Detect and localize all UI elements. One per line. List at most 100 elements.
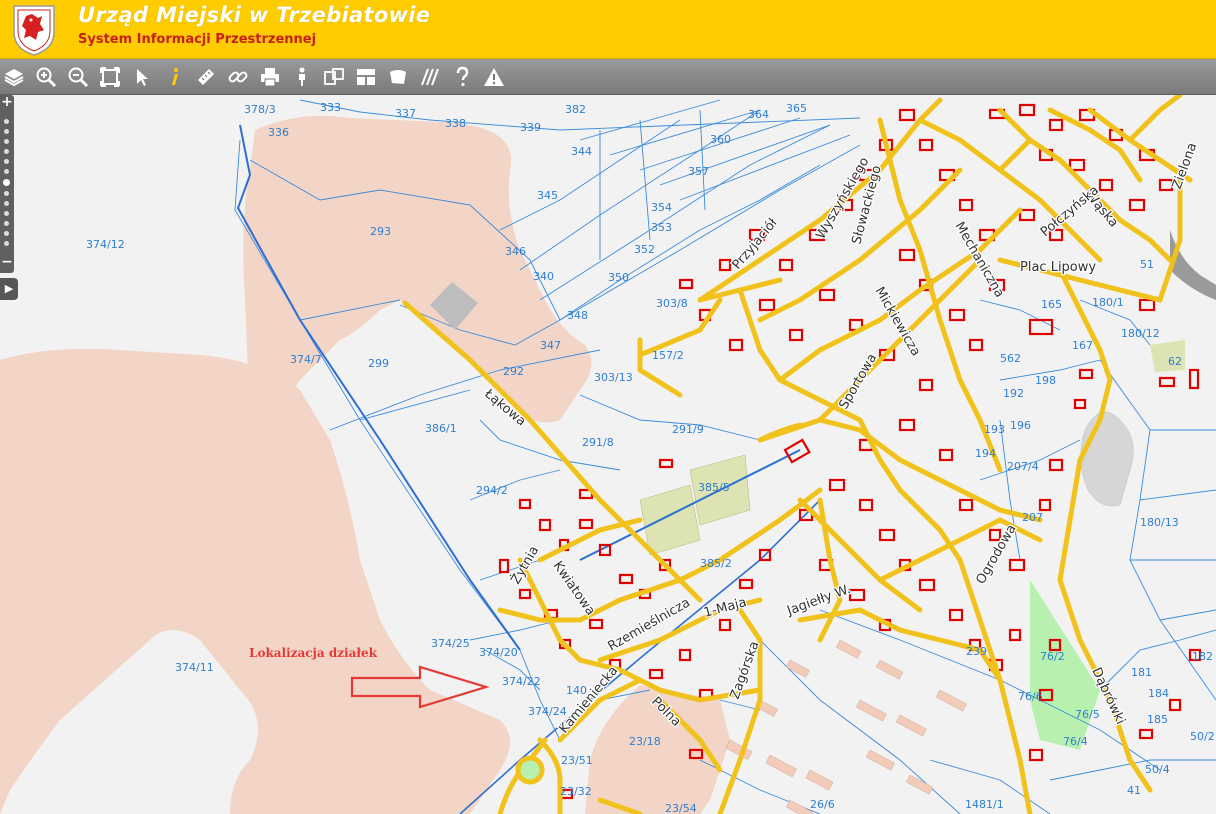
parcel-label: 185 <box>1147 713 1168 726</box>
arrow-annotation-icon <box>350 665 490 709</box>
zoom-level-dot[interactable] <box>4 191 9 196</box>
parcel-label: 374/12 <box>86 238 125 251</box>
link-button[interactable] <box>225 63 251 91</box>
street-label: Zielona <box>1170 141 1201 192</box>
parcel-label: 333 <box>320 101 341 114</box>
parcel-label: 76/2 <box>1040 650 1065 663</box>
map-canvas[interactable]: 378/3 333 337 336 338 339 382 364 365 36… <box>0 95 1216 814</box>
pointer-button[interactable] <box>129 63 155 91</box>
parcel-label: 292 <box>503 365 524 378</box>
zoom-level-dot[interactable] <box>4 149 9 154</box>
city-crest-logo <box>13 5 55 56</box>
layers-button[interactable] <box>1 63 27 91</box>
map-toolbar <box>0 59 1216 95</box>
zoom-handle[interactable] <box>3 179 10 186</box>
parcel-label: 293 <box>370 225 391 238</box>
parcel-label: 365 <box>786 102 807 115</box>
zoom-level-dot[interactable] <box>4 139 9 144</box>
parcel-label: 181 <box>1131 666 1152 679</box>
shape-button[interactable] <box>385 63 411 91</box>
street-label: 1-Maja <box>702 595 748 621</box>
parcel-label: 338 <box>445 117 466 130</box>
layout-icon <box>357 68 375 85</box>
help-button[interactable] <box>449 63 475 91</box>
zoom-level-dot[interactable] <box>4 201 9 206</box>
map-layer: 378/3 333 337 336 338 339 382 364 365 36… <box>0 95 1216 814</box>
zoom-slider[interactable]: + − <box>0 95 14 273</box>
parcel-label: 374/22 <box>502 675 541 688</box>
parcel-label: 348 <box>567 309 588 322</box>
parcel-label: 196 <box>1010 419 1031 432</box>
parcel-label: 62 <box>1168 355 1182 368</box>
zoom-level-dot[interactable] <box>4 159 9 164</box>
street-view-icon <box>299 67 305 86</box>
zoom-level-dot[interactable] <box>4 231 9 236</box>
parcel-label: 167 <box>1072 339 1093 352</box>
parcel-label: 385/2 <box>700 557 732 570</box>
parcel-label: 207/4 <box>1007 460 1039 473</box>
parcel-label: 339 <box>520 121 541 134</box>
parcel-label: 76/4 <box>1063 735 1088 748</box>
gis-app: Urząd Miejski w Trzebiatowie System Info… <box>0 0 1216 814</box>
zoom-plus-icon[interactable]: + <box>0 95 14 109</box>
print-icon <box>261 67 279 86</box>
parcel-label: 291/8 <box>582 436 614 449</box>
parcel-label: 386/1 <box>425 422 457 435</box>
parcel-label: 374/11 <box>175 661 214 674</box>
zoom-in-button[interactable] <box>33 63 59 91</box>
warning-button[interactable] <box>481 63 507 91</box>
print-button[interactable] <box>257 63 283 91</box>
parcel-label: 374/25 <box>431 637 470 650</box>
parcel-label: 192 <box>1003 387 1024 400</box>
compare-button[interactable] <box>321 63 347 91</box>
street-label: Żytnia <box>508 543 543 587</box>
parcel-label: 207 <box>1022 511 1043 524</box>
zoom-level-dot[interactable] <box>4 169 9 174</box>
parcel-label: 180/13 <box>1140 516 1179 529</box>
parcel-label: 374/20 <box>479 646 518 659</box>
hatch-button[interactable] <box>417 63 443 91</box>
parcel-label: 303/13 <box>594 371 633 384</box>
parcel-label: 157/2 <box>652 349 684 362</box>
zoom-level-dot[interactable] <box>4 221 9 226</box>
parcel-label: 180/12 <box>1121 327 1160 340</box>
parcel-label: 51 <box>1140 258 1154 271</box>
expand-panel-button[interactable]: ▶ <box>0 278 18 300</box>
parcel-label: 352 <box>634 243 655 256</box>
parcel-label: 350 <box>608 271 629 284</box>
hatch-icon <box>421 68 439 85</box>
parcel-label: 382 <box>565 103 586 116</box>
parcel-label: 193 <box>984 423 1005 436</box>
shape-icon <box>390 69 406 84</box>
parcel-label: 76/6 <box>1018 690 1043 703</box>
zoom-level-dot[interactable] <box>4 211 9 216</box>
app-header: Urząd Miejski w Trzebiatowie System Info… <box>0 0 1216 59</box>
street-label: Sportowa <box>836 351 880 412</box>
parcel-label: 23/51 <box>561 754 593 767</box>
zoom-minus-icon[interactable]: − <box>0 255 14 269</box>
zoom-level-dot[interactable] <box>4 119 9 124</box>
parcel-label: 374/7 <box>290 353 322 366</box>
parcel-label: 76/5 <box>1075 708 1100 721</box>
parcel-label: 562 <box>1000 352 1021 365</box>
zoom-in-icon <box>36 67 57 87</box>
zoom-extent-icon <box>100 66 120 87</box>
zoom-level-dot[interactable] <box>4 241 9 246</box>
parcel-label: 1481/1 <box>965 798 1004 811</box>
parcel-label: 353 <box>651 221 672 234</box>
parcel-label: 357 <box>688 165 709 178</box>
parcel-label: 374/24 <box>528 705 567 718</box>
parcel-label: 23/54 <box>665 802 697 814</box>
zoom-level-dot[interactable] <box>4 129 9 134</box>
zoom-extent-button[interactable] <box>97 63 123 91</box>
street-view-button[interactable] <box>289 63 315 91</box>
zoom-out-button[interactable] <box>65 63 91 91</box>
river <box>1170 230 1216 300</box>
measure-button[interactable] <box>193 63 219 91</box>
pointer-icon <box>137 68 148 86</box>
info-button[interactable] <box>161 63 187 91</box>
parcel-label: 180/1 <box>1092 296 1124 309</box>
layout-button[interactable] <box>353 63 379 91</box>
parcel-label: 345 <box>537 189 558 202</box>
info-icon <box>172 67 178 85</box>
